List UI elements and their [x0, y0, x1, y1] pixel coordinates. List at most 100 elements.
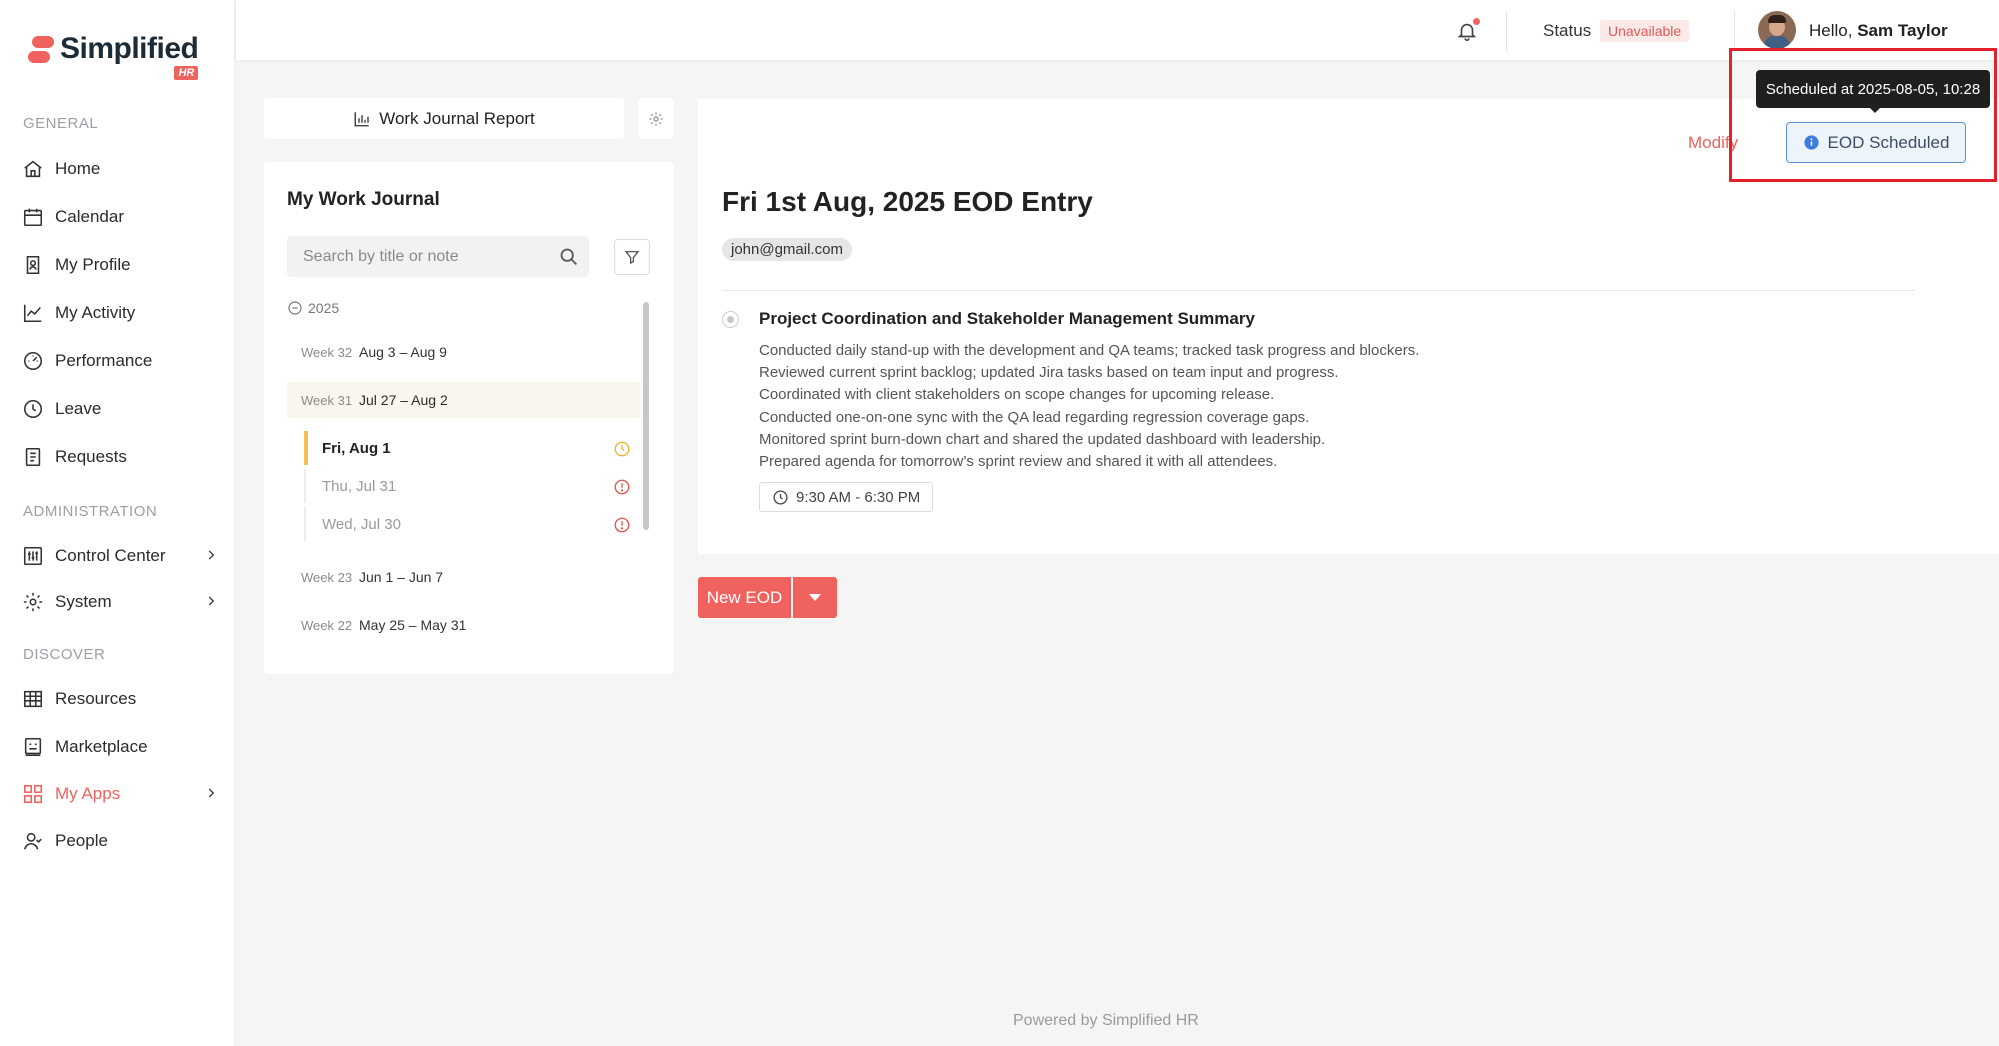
week-row[interactable]: Week 32 Aug 3 – Aug 9: [287, 334, 641, 370]
header-divider: [1734, 11, 1735, 51]
sidebar-item-label: My Apps: [55, 784, 121, 803]
scrollbar-thumb[interactable]: [643, 302, 649, 530]
sidebar-item-resources[interactable]: Resources: [22, 683, 218, 715]
journal-settings-button[interactable]: [638, 98, 674, 139]
status-badge[interactable]: Unavailable: [1600, 20, 1690, 42]
search-icon[interactable]: [558, 246, 579, 267]
section-label-discover: DISCOVER: [23, 646, 106, 663]
report-button-label: Work Journal Report: [379, 108, 535, 128]
search-box: [287, 236, 589, 277]
caret-down-icon: [809, 594, 821, 601]
sliders-icon: [23, 546, 43, 566]
brand-badge: HR: [174, 66, 199, 80]
document-icon: [25, 447, 41, 467]
task-note-line: Prepared agenda for tomorrow’s sprint re…: [759, 453, 1278, 471]
search-input[interactable]: [303, 236, 553, 277]
status-label: Status: [1543, 21, 1592, 40]
alert-circle-icon: [614, 479, 630, 495]
new-eod-dropdown-button[interactable]: [793, 577, 837, 618]
sidebar-item-my-activity[interactable]: My Activity: [22, 297, 218, 329]
work-journal-report-button[interactable]: Work Journal Report: [264, 98, 624, 139]
day-item-selected[interactable]: Fri, Aug 1: [304, 431, 631, 465]
avatar[interactable]: [1758, 11, 1796, 49]
week-range: Jul 27 – Aug 2: [359, 392, 448, 408]
profile-icon: [26, 255, 40, 275]
sidebar-item-label: Calendar: [55, 207, 124, 226]
sidebar-item-requests[interactable]: Requests: [22, 441, 218, 473]
day-label: Wed, Jul 30: [322, 515, 401, 533]
sidebar-item-label: Resources: [55, 689, 137, 708]
clock-icon: [773, 489, 788, 505]
divider: [722, 290, 1915, 291]
sidebar-item-label: System: [55, 592, 112, 611]
week-row[interactable]: Week 23 Jun 1 – Jun 7: [287, 559, 641, 595]
brand-name: Simplified: [60, 32, 199, 65]
sidebar-item-system[interactable]: System: [22, 586, 218, 618]
task-note-line: Reviewed current sprint backlog; updated…: [759, 364, 1339, 382]
task-note-line: Conducted one-on-one sync with the QA le…: [759, 408, 1310, 426]
alert-circle-icon: [614, 517, 630, 533]
filter-icon: [624, 251, 640, 264]
journal-title: My Work Journal: [287, 189, 440, 210]
chevron-right-icon: [208, 788, 215, 798]
collapse-circle-icon: [288, 301, 302, 315]
section-label-administration: ADMINISTRATION: [23, 503, 158, 520]
sidebar-item-label: Requests: [55, 447, 127, 466]
week-number: Week 31: [301, 392, 353, 408]
sidebar-item-my-apps[interactable]: My Apps: [22, 778, 218, 810]
user-greeting[interactable]: Hello, Sam Taylor: [1809, 21, 1948, 41]
sidebar-item-leave[interactable]: Leave: [22, 393, 218, 425]
sidebar-item-label: Marketplace: [55, 737, 148, 756]
calendar-icon: [23, 208, 43, 227]
task-notes: Conducted daily stand-up with the develo…: [759, 340, 1419, 473]
logo-mark-icon: [28, 36, 54, 66]
week-range: Jun 1 – Jun 7: [359, 569, 444, 585]
sidebar-item-performance[interactable]: Performance: [22, 345, 218, 377]
user-name: Sam Taylor: [1857, 21, 1948, 40]
task-title: Project Coordination and Stakeholder Man…: [759, 309, 1255, 328]
sidebar-item-control-center[interactable]: Control Center: [22, 540, 218, 572]
chevron-right-icon: [208, 596, 215, 606]
sidebar-item-my-profile[interactable]: My Profile: [22, 249, 218, 281]
sidebar: Simplified HR GENERAL Home Calendar My P…: [0, 0, 235, 1046]
day-item[interactable]: Wed, Jul 30: [304, 507, 631, 541]
gear-icon: [649, 111, 663, 126]
sidebar-item-people[interactable]: People: [22, 825, 218, 857]
sidebar-item-home[interactable]: Home: [22, 153, 218, 185]
sidebar-item-label: Leave: [55, 399, 102, 418]
week-number: Week 32: [301, 344, 353, 360]
time-range: 9:30 AM - 6:30 PM: [796, 488, 921, 506]
year-toggle[interactable]: 2025: [287, 300, 339, 316]
email-chip: john@gmail.com: [722, 238, 852, 261]
brand-logo[interactable]: Simplified HR: [28, 32, 199, 80]
clock-icon: [23, 399, 43, 419]
activity-icon: [23, 304, 42, 323]
sidebar-item-label: Home: [55, 159, 101, 178]
sidebar-item-label: Performance: [55, 351, 153, 370]
filter-button[interactable]: [614, 239, 650, 275]
week-range: Aug 3 – Aug 9: [359, 344, 447, 360]
gear-icon: [23, 592, 43, 612]
greeting-text: Hello,: [1809, 21, 1853, 40]
task-note-line: Monitored sprint burn-down chart and sha…: [759, 430, 1326, 448]
sidebar-item-calendar[interactable]: Calendar: [22, 201, 218, 233]
week-range: May 25 – May 31: [359, 617, 467, 633]
day-item[interactable]: Thu, Jul 31: [304, 469, 631, 503]
sidebar-item-marketplace[interactable]: Marketplace: [22, 731, 218, 763]
week-number: Week 23: [301, 569, 353, 585]
week-row[interactable]: Week 22 May 25 – May 31: [287, 607, 641, 643]
new-eod-button[interactable]: New EOD: [698, 577, 791, 618]
task-note-line: Coordinated with client stakeholders on …: [759, 386, 1275, 404]
sidebar-item-label: People: [55, 831, 108, 850]
table-icon: [23, 690, 43, 708]
grid-icon: [23, 784, 43, 804]
sidebar-item-label: My Profile: [55, 255, 131, 274]
store-icon: [24, 737, 42, 757]
task-radio[interactable]: [722, 311, 739, 328]
chevron-right-icon: [208, 550, 215, 560]
day-label: Fri, Aug 1: [322, 439, 391, 457]
notification-dot: [1473, 18, 1480, 25]
gauge-icon: [23, 351, 43, 371]
week-row-selected[interactable]: Week 31 Jul 27 – Aug 2: [287, 382, 641, 418]
week-number: Week 22: [301, 617, 353, 633]
